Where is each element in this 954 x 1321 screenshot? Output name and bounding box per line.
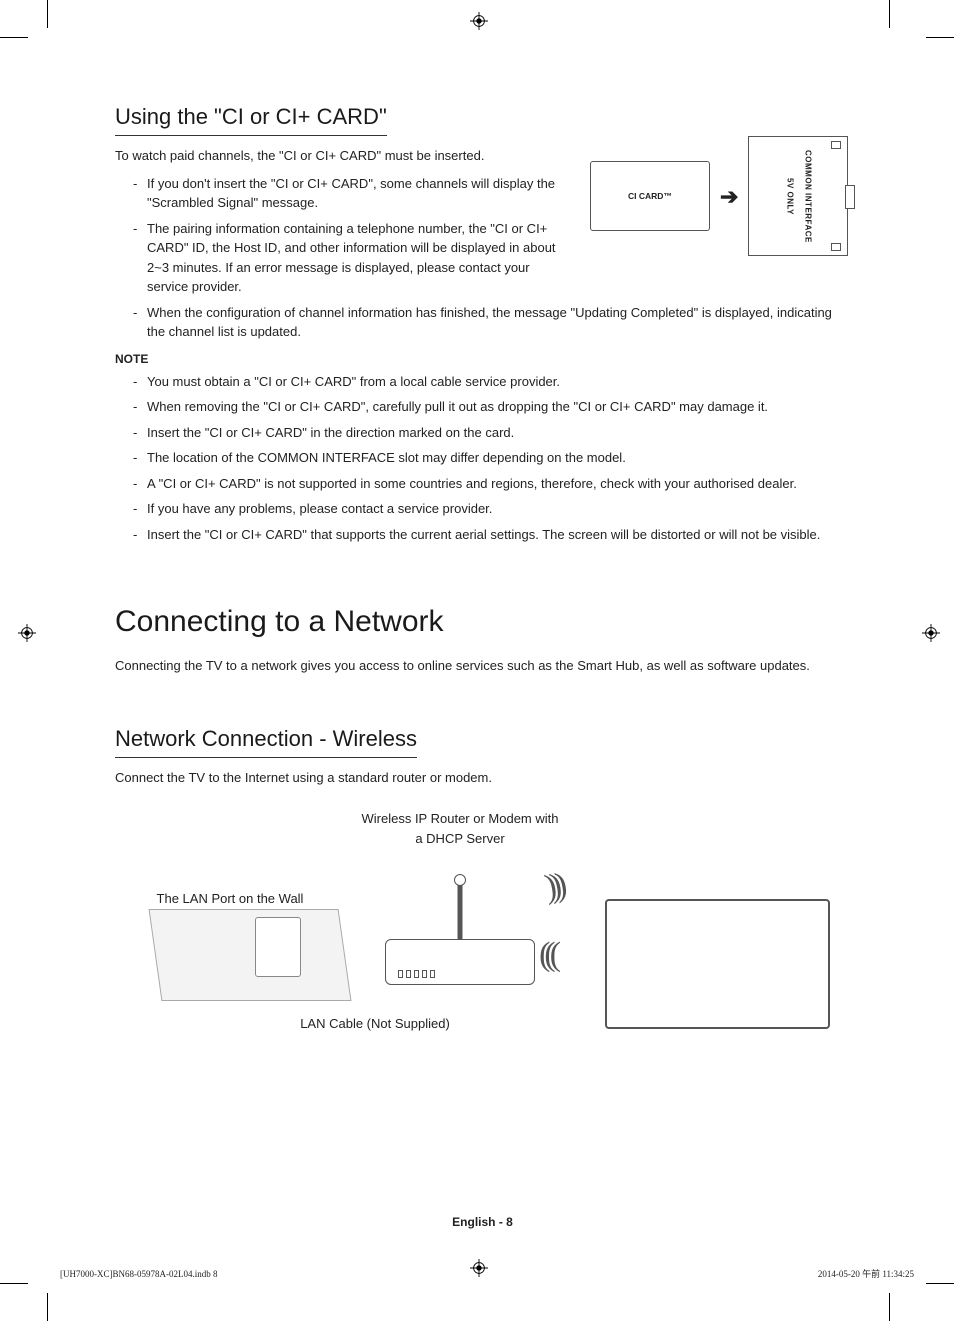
section-heading-ci-card: Using the "CI or CI+ CARD"	[115, 100, 387, 136]
list-item: You must obtain a "CI or CI+ CARD" from …	[133, 372, 850, 392]
wireless-figure: Wireless IP Router or Modem with a DHCP …	[115, 799, 850, 1019]
list-item: If you don't insert the "CI or CI+ CARD"…	[133, 174, 572, 213]
registration-mark-icon	[470, 12, 488, 30]
list-item: When the configuration of channel inform…	[133, 303, 850, 342]
router-label-1: Wireless IP Router or Modem with	[362, 811, 559, 826]
arrow-right-icon: ➔	[720, 180, 738, 213]
list-item: The pairing information containing a tel…	[133, 219, 572, 297]
slot-5v-label: 5V ONLY	[783, 178, 795, 215]
wifi-wave-in-icon: )))	[545, 929, 561, 980]
wall-port-label: The LAN Port on the Wall	[145, 889, 315, 909]
section-heading-network: Connecting to a Network	[115, 599, 850, 644]
ci-slot-icon: 5V ONLY COMMON INTERFACE	[748, 136, 848, 256]
ci-intro: To watch paid channels, the "CI or CI+ C…	[115, 146, 572, 166]
page-footer: English - 8	[115, 1213, 850, 1231]
slot-ci-label: COMMON INTERFACE	[801, 150, 813, 243]
ci-bullets: If you don't insert the "CI or CI+ CARD"…	[115, 174, 572, 297]
network-intro: Connecting the TV to a network gives you…	[115, 656, 850, 676]
list-item: Insert the "CI or CI+ CARD" in the direc…	[133, 423, 850, 443]
wall-port-icon	[149, 909, 352, 1001]
wireless-intro: Connect the TV to the Internet using a s…	[115, 768, 850, 788]
tv-icon	[605, 899, 830, 1029]
list-item: If you have any problems, please contact…	[133, 499, 850, 519]
ci-card-label: CI CARD™	[628, 190, 672, 203]
note-list: You must obtain a "CI or CI+ CARD" from …	[115, 372, 850, 545]
list-item: A "CI or CI+ CARD" is not supported in s…	[133, 474, 850, 494]
section-heading-wireless: Network Connection - Wireless	[115, 722, 417, 758]
print-footer: [UH7000-XC]BN68-05978A-02L04.indb 8 2014…	[60, 1268, 914, 1282]
list-item: When removing the "CI or CI+ CARD", care…	[133, 397, 850, 417]
lan-cable-label: LAN Cable (Not Supplied)	[275, 1014, 475, 1034]
router-icon	[385, 939, 535, 985]
ci-card-icon: CI CARD™	[590, 161, 710, 231]
router-label-2: a DHCP Server	[415, 831, 504, 846]
ci-card-figure: CI CARD™ ➔ 5V ONLY COMMON INTERFACE	[590, 136, 850, 256]
note-heading: NOTE	[115, 350, 850, 368]
print-file-name: [UH7000-XC]BN68-05978A-02L04.indb 8	[60, 1268, 218, 1282]
registration-mark-icon	[18, 624, 36, 642]
registration-mark-icon	[922, 624, 940, 642]
wall-plate-icon	[255, 917, 301, 977]
ci-bullets-cont: When the configuration of channel inform…	[115, 303, 850, 342]
list-item: Insert the "CI or CI+ CARD" that support…	[133, 525, 850, 545]
page-number: English - 8	[452, 1213, 513, 1231]
print-timestamp: 2014-05-20 午前 11:34:25	[818, 1268, 914, 1282]
wifi-wave-out-icon: )))	[541, 860, 566, 913]
list-item: The location of the COMMON INTERFACE slo…	[133, 448, 850, 468]
